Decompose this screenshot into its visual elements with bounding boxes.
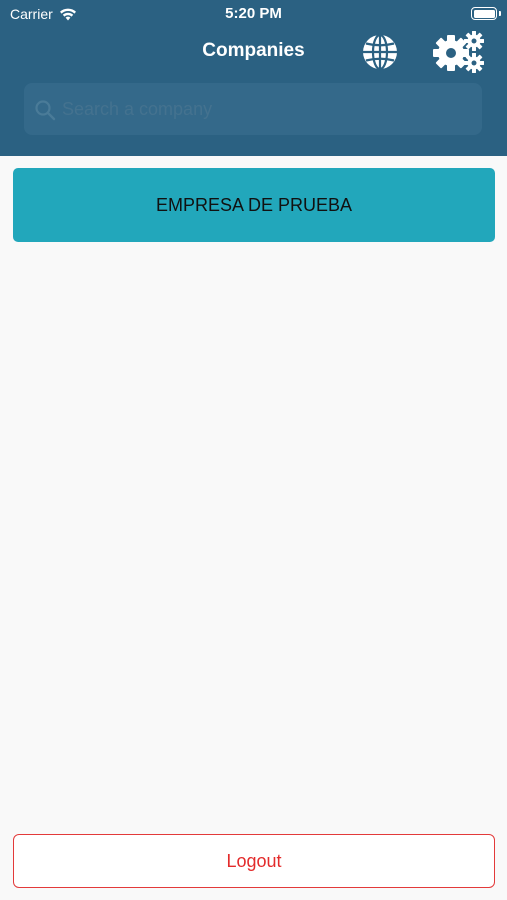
app-header: Carrier 5:20 PM Companies xyxy=(0,0,507,156)
gears-icon[interactable] xyxy=(433,31,485,73)
globe-icon[interactable] xyxy=(361,33,399,71)
company-list: EMPRESA DE PRUEBA xyxy=(13,168,495,254)
battery-tip xyxy=(499,11,501,16)
status-time: 5:20 PM xyxy=(225,5,282,22)
battery-icon xyxy=(471,7,497,20)
search-icon xyxy=(34,99,56,121)
company-item[interactable]: EMPRESA DE PRUEBA xyxy=(13,168,495,242)
page-title: Companies xyxy=(202,40,305,61)
battery-level xyxy=(473,9,495,18)
logout-button[interactable]: Logout xyxy=(13,834,495,888)
company-name: EMPRESA DE PRUEBA xyxy=(155,194,353,215)
status-bar: Carrier 5:20 PM xyxy=(0,0,507,28)
search-input[interactable] xyxy=(62,91,472,127)
search-bar[interactable] xyxy=(24,83,482,135)
